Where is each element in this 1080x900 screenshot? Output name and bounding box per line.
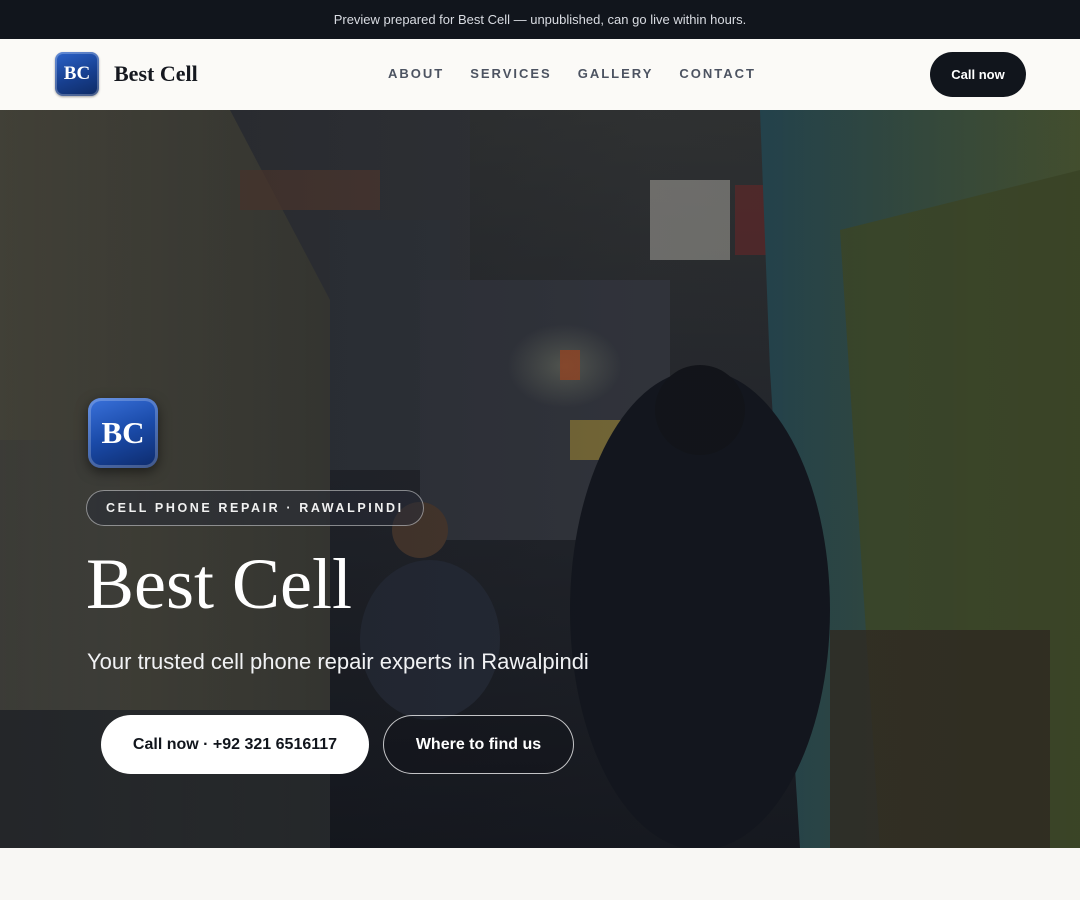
brand-name[interactable]: Best Cell (114, 61, 198, 87)
nav-link-contact[interactable]: CONTACT (679, 66, 756, 82)
nav-link-services[interactable]: SERVICES (470, 66, 552, 82)
next-section (0, 848, 1080, 900)
logo-badge[interactable]: BC (55, 52, 99, 96)
nav-link-about[interactable]: ABOUT (388, 66, 444, 82)
hero-logo-badge: BC (88, 398, 158, 468)
hero-eyebrow-text: CELL PHONE REPAIR · RAWALPINDI (106, 501, 404, 515)
call-phone-button[interactable]: Call now · +92 321 6516117 (101, 715, 369, 774)
hero-title: Best Cell (86, 544, 352, 624)
nav-link-gallery[interactable]: GALLERY (578, 66, 654, 82)
find-us-button[interactable]: Where to find us (383, 715, 574, 774)
preview-banner-text: Preview prepared for Best Cell — unpubli… (333, 12, 747, 27)
call-now-button[interactable]: Call now (930, 52, 1026, 97)
hero-eyebrow-badge: CELL PHONE REPAIR · RAWALPINDI (86, 490, 424, 526)
hero-subtitle: Your trusted cell phone repair experts i… (87, 649, 589, 674)
hero-section: BC CELL PHONE REPAIR · RAWALPINDI Best C… (0, 110, 1080, 848)
preview-banner: Preview prepared for Best Cell — unpubli… (0, 0, 1080, 39)
main-nav: ABOUT SERVICES GALLERY CONTACT (388, 66, 756, 82)
site-header: BC Best Cell ABOUT SERVICES GALLERY CONT… (0, 39, 1080, 111)
